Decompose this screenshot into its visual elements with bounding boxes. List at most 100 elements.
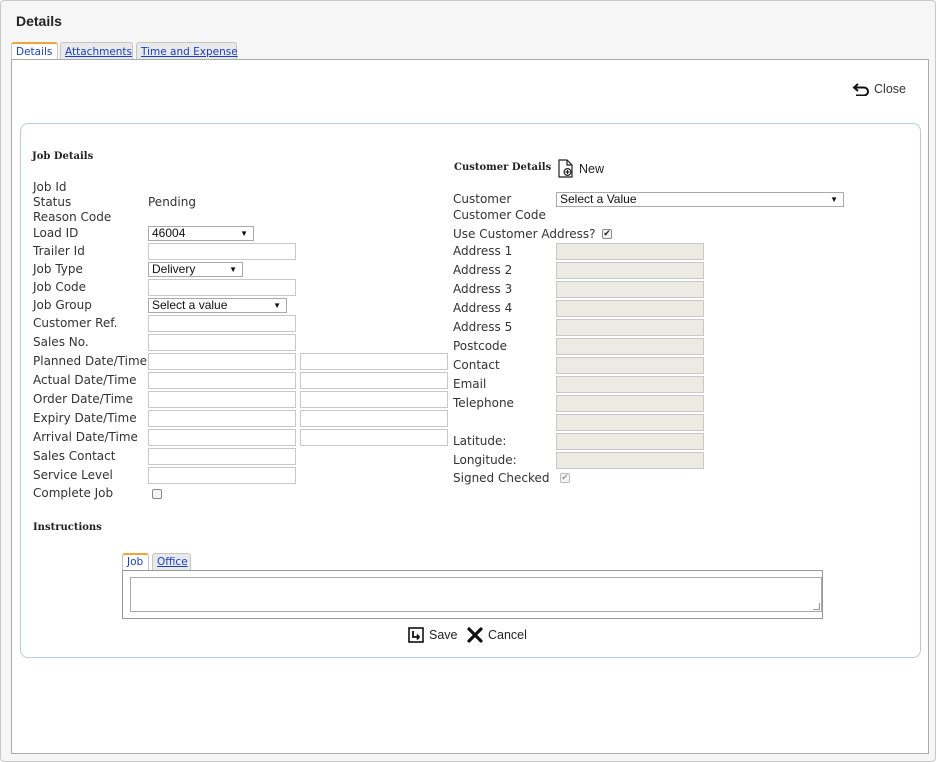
dropdown-arrow-icon: ▼ bbox=[830, 195, 838, 204]
tab-time-and-expense[interactable]: Time and Expense bbox=[136, 42, 238, 60]
dropdown-arrow-icon: ▼ bbox=[240, 229, 248, 238]
address3-label: Address 3 bbox=[453, 282, 513, 296]
tab-office[interactable]: Office bbox=[152, 553, 191, 570]
telephone-input-2[interactable] bbox=[556, 414, 704, 431]
job-code-label: Job Code bbox=[33, 280, 87, 294]
actual-datetime-label: Actual Date/Time bbox=[33, 373, 137, 387]
expiry-datetime-label: Expiry Date/Time bbox=[33, 411, 137, 425]
cancel-button[interactable]: Cancel bbox=[467, 627, 527, 643]
customer-details-title: Customer Details bbox=[454, 162, 552, 173]
address5-input[interactable] bbox=[556, 319, 704, 336]
telephone-label: Telephone bbox=[453, 396, 514, 410]
trailer-id-input[interactable] bbox=[148, 243, 296, 260]
new-customer-button[interactable]: New bbox=[558, 159, 604, 178]
details-dialog: Details Details Attachments Time and Exp… bbox=[0, 0, 936, 762]
instructions-textarea[interactable] bbox=[130, 577, 822, 612]
postcode-input[interactable] bbox=[556, 338, 704, 355]
dropdown-arrow-icon: ▼ bbox=[229, 265, 237, 274]
address2-input[interactable] bbox=[556, 262, 704, 279]
address4-label: Address 4 bbox=[453, 301, 513, 315]
order-date-input[interactable] bbox=[148, 391, 296, 408]
address3-input[interactable] bbox=[556, 281, 704, 298]
actual-time-input[interactable] bbox=[300, 372, 448, 389]
job-id-label: Job Id bbox=[33, 180, 67, 194]
latitude-label: Latitude: bbox=[453, 434, 507, 448]
job-code-input[interactable] bbox=[148, 279, 296, 296]
customer-code-label: Customer Code bbox=[453, 208, 546, 222]
close-button[interactable]: Close bbox=[852, 82, 906, 96]
complete-job-label: Complete Job bbox=[33, 486, 114, 500]
longitude-label: Longitude: bbox=[453, 453, 517, 467]
load-id-label: Load ID bbox=[33, 226, 79, 240]
complete-job-checkbox[interactable] bbox=[152, 489, 162, 499]
use-customer-address-checkbox[interactable]: ✔ bbox=[602, 229, 612, 239]
load-id-select[interactable]: 46004 ▼ bbox=[148, 226, 254, 241]
address1-label: Address 1 bbox=[453, 244, 513, 258]
postcode-label: Postcode bbox=[453, 339, 508, 353]
telephone-input[interactable] bbox=[556, 395, 704, 412]
tab-job[interactable]: Job bbox=[122, 553, 149, 571]
expiry-date-input[interactable] bbox=[148, 410, 296, 427]
job-group-label: Job Group bbox=[33, 298, 92, 312]
order-time-input[interactable] bbox=[300, 391, 448, 408]
job-type-value: Delivery bbox=[152, 262, 196, 276]
status-label: Status bbox=[33, 195, 72, 209]
save-button[interactable]: Save bbox=[408, 627, 458, 643]
customer-select[interactable]: Select a Value ▼ bbox=[556, 192, 844, 207]
dialog-title: Details bbox=[16, 13, 62, 29]
customer-ref-input[interactable] bbox=[148, 315, 296, 332]
sales-no-label: Sales No. bbox=[33, 335, 89, 349]
instructions-title: Instructions bbox=[33, 522, 102, 533]
dropdown-arrow-icon: ▼ bbox=[273, 301, 281, 310]
job-group-select[interactable]: Select a value ▼ bbox=[148, 298, 287, 313]
tab-attachments[interactable]: Attachments bbox=[60, 42, 133, 60]
address5-label: Address 5 bbox=[453, 320, 513, 334]
contact-label: Contact bbox=[453, 358, 500, 372]
reason-code-label: Reason Code bbox=[33, 210, 112, 224]
save-icon bbox=[408, 627, 424, 643]
planned-date-input[interactable] bbox=[148, 353, 296, 370]
email-label: Email bbox=[453, 377, 487, 391]
email-input[interactable] bbox=[556, 376, 704, 393]
expiry-time-input[interactable] bbox=[300, 410, 448, 427]
job-type-label: Job Type bbox=[33, 262, 83, 276]
service-level-label: Service Level bbox=[33, 468, 113, 482]
planned-time-input[interactable] bbox=[300, 353, 448, 370]
job-form-panel: Job Details Job Id Status Pending Reason… bbox=[20, 123, 921, 658]
undo-arrow-icon bbox=[852, 83, 870, 96]
arrival-time-input[interactable] bbox=[300, 429, 448, 446]
customer-label: Customer bbox=[453, 192, 512, 206]
address1-input[interactable] bbox=[556, 243, 704, 260]
address4-input[interactable] bbox=[556, 300, 704, 317]
cancel-x-icon bbox=[467, 627, 483, 643]
job-type-select[interactable]: Delivery ▼ bbox=[148, 262, 243, 277]
new-label: New bbox=[579, 161, 605, 176]
close-label: Close bbox=[874, 82, 906, 96]
save-label: Save bbox=[429, 628, 458, 642]
sales-no-input[interactable] bbox=[148, 334, 296, 351]
arrival-date-input[interactable] bbox=[148, 429, 296, 446]
service-level-input[interactable] bbox=[148, 467, 296, 484]
actual-date-input[interactable] bbox=[148, 372, 296, 389]
order-datetime-label: Order Date/Time bbox=[33, 392, 134, 406]
new-document-icon bbox=[558, 159, 573, 178]
details-content: Close Job Details Job Id Status Pending … bbox=[11, 59, 929, 754]
latitude-input[interactable] bbox=[556, 433, 704, 450]
load-id-value: 46004 bbox=[152, 226, 186, 240]
trailer-id-label: Trailer Id bbox=[33, 244, 85, 258]
contact-input[interactable] bbox=[556, 357, 704, 374]
arrival-datetime-label: Arrival Date/Time bbox=[33, 430, 138, 444]
sales-contact-input[interactable] bbox=[148, 448, 296, 465]
customer-ref-label: Customer Ref. bbox=[33, 316, 118, 330]
instructions-tab-panel bbox=[122, 570, 823, 619]
cancel-label: Cancel bbox=[488, 628, 527, 642]
use-customer-address-label: Use Customer Address? bbox=[453, 227, 596, 241]
signed-checked-checkbox[interactable]: ✔ bbox=[560, 473, 570, 483]
signed-checked-label: Signed Checked bbox=[453, 471, 550, 485]
resize-grip-icon[interactable] bbox=[813, 603, 820, 610]
longitude-input[interactable] bbox=[556, 452, 704, 469]
customer-value: Select a Value bbox=[560, 192, 637, 206]
job-details-title: Job Details bbox=[32, 151, 94, 162]
status-value: Pending bbox=[148, 195, 196, 209]
address2-label: Address 2 bbox=[453, 263, 513, 277]
